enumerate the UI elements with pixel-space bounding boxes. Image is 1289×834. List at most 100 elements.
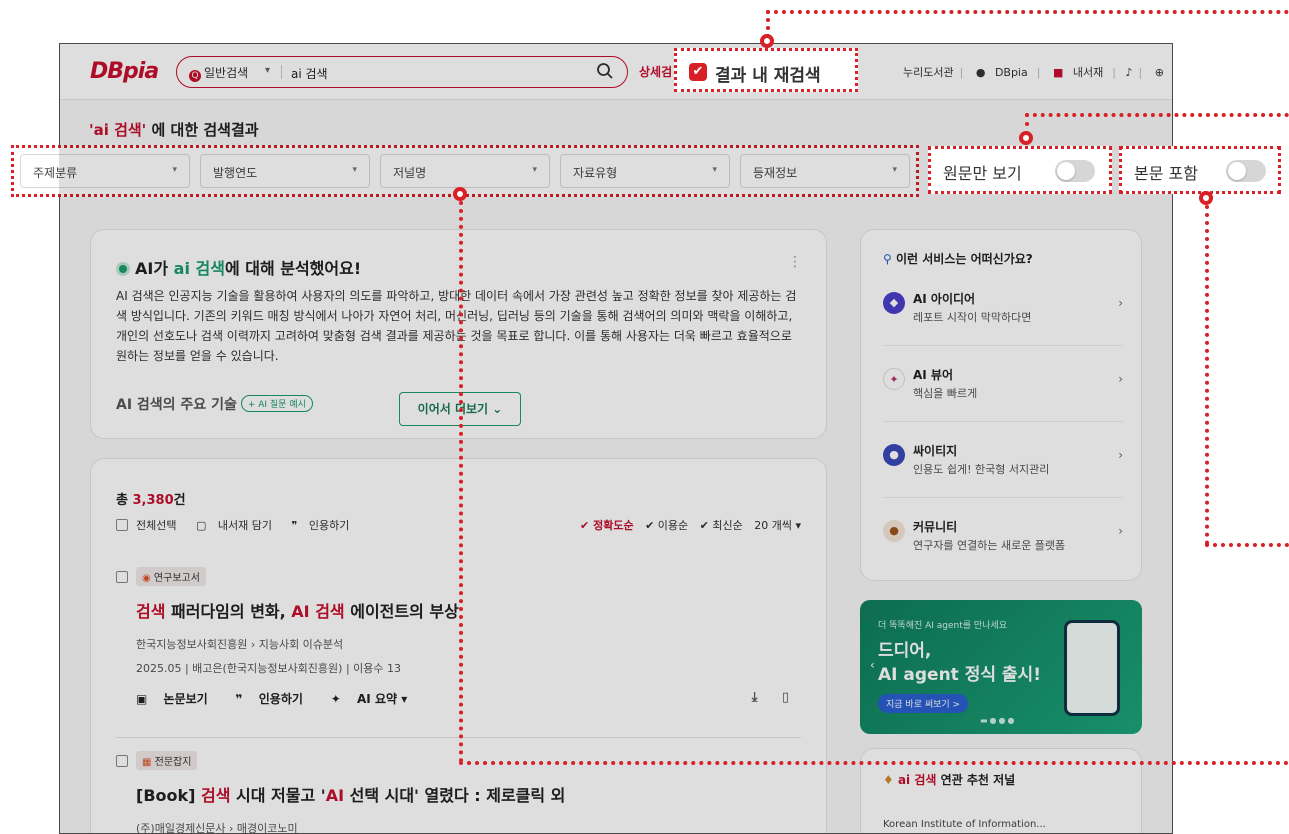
sort-usage[interactable]: ✔ 이용순 [645, 519, 688, 532]
recommend-heading: ♦ ai 검색 연관 추천 저널 [883, 771, 1015, 788]
save-mylib-button[interactable]: ▢ 내서재 담기 [196, 519, 280, 532]
search-within-results[interactable]: ✔ 결과 내 재검색 [674, 48, 858, 92]
chevron-right-icon: › [1118, 296, 1123, 310]
chevron-left-icon[interactable]: ‹ [870, 658, 875, 672]
ai-heading-prefix: AI가 [135, 259, 174, 278]
top-header: DBpia Q 일반검색 ▾ ai 검색 상세검 누리도서관 | ● DBpia | … [60, 44, 1172, 100]
filter-subject[interactable]: 주제분류 ▾ [20, 154, 190, 188]
utility-nav: 누리도서관 | ● DBpia | ■ 내서재 | ♪ | ⊕ EN [900, 64, 1172, 80]
sort-latest[interactable]: ✔ 최신순 [700, 519, 743, 532]
mylib-link[interactable]: ■ 내서재 [1050, 66, 1106, 79]
account-link[interactable]: ● DBpia [973, 66, 1031, 79]
select-all-checkbox[interactable]: 전체선택 [116, 519, 184, 532]
service-title: AI 뷰어 [913, 368, 954, 382]
item-checkbox[interactable] [116, 755, 128, 767]
ai-summary-label: AI 요약 ▾ [357, 692, 408, 706]
view-paper-label: 논문보기 [163, 692, 208, 706]
ai-summary-button[interactable]: ✦ AI 요약 ▾ [331, 692, 419, 706]
kebab-menu-icon[interactable]: ⋮ [788, 254, 802, 270]
search-input[interactable]: ai 검색 [291, 65, 328, 82]
filter-year[interactable]: 발행연도 ▾ [200, 154, 370, 188]
original-only-toggle-box: 원문만 보기 [928, 146, 1112, 194]
report-icon: ◉ [142, 573, 151, 584]
service-ai-idea[interactable]: ◆ AI 아이디어 레포트 시작이 막막하다면 › [883, 278, 1123, 346]
cite-button[interactable]: ❞ 인용하기 [292, 519, 358, 532]
result-heading-suffix: 에 대한 검색결과 [146, 121, 259, 139]
ai-agent-banner[interactable]: 더 똑똑해진 AI agent를 만나세요 ‹ 드디어, AI agent 정식… [860, 600, 1142, 734]
save-mylib-label: 내서재 담기 [217, 519, 272, 532]
search-mode-select[interactable]: Q 일반검색 [189, 64, 248, 82]
search-mode-icon: Q [189, 70, 201, 82]
services-heading: ⚲ 이런 서비스는 어떠신가요? [883, 250, 1033, 267]
item-title[interactable]: [Book] 검색 시대 저물고 'AI 선택 시대' 열렸다 : 제로클릭 외 [116, 782, 806, 806]
user-icon: ● [975, 66, 986, 79]
title-text: [Book] [136, 786, 202, 805]
service-title: AI 아이디어 [913, 292, 976, 306]
ai-subheading: AI 검색의 주요 기술 + AI 질문 예시 [116, 394, 313, 414]
download-icon[interactable]: ⤓ [752, 690, 758, 705]
ai-question-chip[interactable]: + AI 질문 예시 [240, 395, 313, 412]
title-highlight: 검색 [136, 602, 166, 621]
connector-line [1205, 205, 1209, 545]
filter-registration[interactable]: 등재정보 ▾ [740, 154, 910, 188]
item-cite-button[interactable]: ❞ 인용하기 [236, 692, 315, 706]
filter-label: 자료유형 [573, 166, 618, 180]
checkbox-checked-icon: ✔ [689, 63, 707, 81]
title-text: 패러다임의 변화, [165, 602, 292, 621]
util-divider: | [1112, 66, 1116, 79]
connector-line [459, 201, 463, 763]
library-link[interactable]: 누리도서관 [903, 66, 954, 79]
chevron-right-icon: › [1118, 448, 1123, 462]
item-publisher[interactable]: (주)매일경제신문사 › 매경이코노미 [116, 820, 806, 833]
banner-cta-button[interactable]: 지금 바로 써보기 > [878, 694, 969, 713]
service-ai-viewer[interactable]: ✦ AI 뷰어 핵심을 빠르게 › [883, 354, 1123, 422]
bell-icon[interactable]: ♪ [1125, 66, 1132, 79]
view-paper-button[interactable]: ▣ 논문보기 [136, 692, 220, 706]
filter-label: 저널명 [393, 166, 427, 180]
advanced-search-link[interactable]: 상세검 [639, 63, 672, 80]
chevron-down-icon[interactable]: ▾ [265, 65, 270, 76]
util-divider: | [959, 66, 964, 79]
recommend-item[interactable]: Korean Institute of Information... [883, 819, 1046, 830]
service-desc: 연구자를 연결하는 새로운 플랫폼 [913, 539, 1066, 552]
title-text: 시대 저물고 ' [230, 786, 326, 805]
filter-type[interactable]: 자료유형 ▾ [560, 154, 730, 188]
recommend-suffix: 연관 추천 저널 [936, 773, 1016, 787]
dbpia-logo[interactable]: DBpia [90, 59, 159, 84]
filter-label: 등재정보 [753, 166, 798, 180]
sort-accuracy[interactable]: ✔ 정확도순 [580, 519, 634, 532]
ai-subheading-label: AI 검색의 주요 기술 [116, 397, 237, 413]
quote-icon: ❞ [235, 692, 243, 706]
item-checkbox[interactable] [116, 571, 128, 583]
callout-dot [1199, 191, 1213, 205]
bookmark-icon: ▢ [195, 519, 207, 532]
service-title: 싸이티지 [913, 444, 958, 458]
service-desc: 핵심을 빠르게 [913, 387, 978, 400]
service-desc: 레포트 시작이 막막하다면 [913, 311, 1032, 324]
search-bar[interactable]: Q 일반검색 ▾ ai 검색 [176, 56, 628, 88]
screenshot-stage: DBpia Q 일반검색 ▾ ai 검색 상세검 누리도서관 | ● DBpia | … [0, 0, 1289, 834]
per-page-select[interactable]: 20 개씩 ▾ [754, 519, 801, 532]
services-heading-label: 이런 서비스는 어떠신가요? [895, 252, 1033, 266]
connector-line [766, 10, 1289, 14]
bookmark-icon[interactable]: ▯ [782, 690, 789, 705]
search-icon[interactable] [595, 61, 615, 81]
filter-journal[interactable]: 저널명 ▾ [380, 154, 550, 188]
checkbox-icon [116, 519, 128, 531]
chevron-down-icon: ▾ [892, 165, 897, 175]
language-link[interactable]: ⊕ EN [1152, 66, 1172, 79]
connector-line [1025, 113, 1289, 117]
include-body-toggle[interactable] [1226, 160, 1266, 182]
total-number: 3,380 [132, 493, 174, 508]
connector-line [459, 761, 1289, 765]
carousel-dots[interactable]: ▬●●● [980, 716, 1017, 725]
ai-card-heading: AI가 ai 검색에 대해 분석했어요! [116, 255, 361, 279]
original-only-toggle[interactable] [1055, 160, 1095, 182]
result-query: 'ai 검색' [89, 121, 147, 139]
item-icon-group: ⤓ ▯ [752, 690, 801, 705]
phone-illustration [1064, 620, 1120, 716]
util-divider: | [1138, 66, 1143, 79]
service-community[interactable]: ● 커뮤니티 연구자를 연결하는 새로운 플랫폼 › [883, 506, 1123, 574]
service-citation[interactable]: ● 싸이티지 인용도 쉽게! 한국형 서지관리 › [883, 430, 1123, 498]
item-cite-label: 인용하기 [258, 692, 303, 706]
